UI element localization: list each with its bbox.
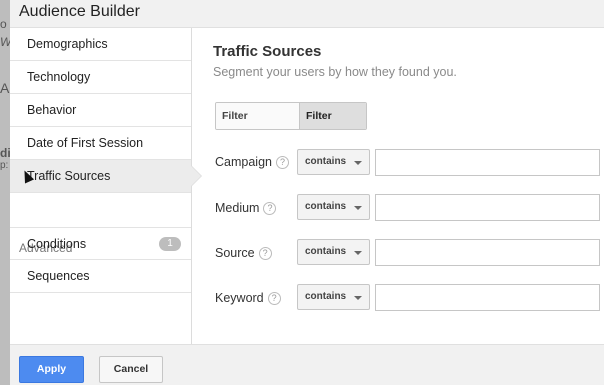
- sidebar-item-label: Conditions: [27, 237, 87, 251]
- background-text: dit: [0, 146, 10, 160]
- section-title: Traffic Sources: [213, 43, 322, 60]
- sidebar-item-traffic-sources[interactable]: Traffic Sources: [10, 160, 202, 193]
- chevron-down-icon: [354, 161, 362, 165]
- medium-label: Medium?: [215, 201, 277, 215]
- medium-input[interactable]: [375, 194, 600, 221]
- help-icon[interactable]: ?: [267, 292, 281, 305]
- traffic-sources-panel: Traffic Sources Segment your users by ho…: [193, 28, 604, 344]
- medium-operator-select[interactable]: contains: [297, 194, 370, 220]
- audience-builder-dialog: Audience Builder Demographics Technology…: [10, 0, 604, 385]
- campaign-label: Campaign?: [215, 155, 289, 169]
- sidebar-item-date-of-first-session[interactable]: Date of First Session: [10, 127, 191, 160]
- campaign-input[interactable]: [375, 149, 600, 176]
- filter-sessions-button[interactable]: Filter Sessions: [216, 103, 300, 129]
- filter-label: Campaign: [215, 155, 272, 169]
- sidebar-item-conditions[interactable]: Conditions 1: [10, 227, 191, 260]
- filter-label: Source: [215, 246, 255, 260]
- dialog-footer: Apply Cancel: [10, 344, 604, 385]
- chevron-down-icon: [354, 206, 362, 210]
- sidebar-item-sequences[interactable]: Sequences: [10, 260, 191, 293]
- background-text: W: [0, 35, 10, 49]
- sidebar-item-behavior[interactable]: Behavior: [10, 94, 191, 127]
- background-text: p: c: [0, 160, 10, 171]
- chevron-down-icon: [354, 251, 362, 255]
- sidebar-item-label: Traffic Sources: [27, 169, 111, 183]
- category-sidebar: Demographics Technology Behavior Date of…: [10, 28, 202, 344]
- section-subtitle: Segment your users by how they found you…: [213, 65, 457, 79]
- keyword-label: Keyword?: [215, 291, 281, 305]
- filter-users-button[interactable]: Filter Users: [300, 103, 366, 129]
- filter-label: Medium: [215, 201, 260, 215]
- help-icon[interactable]: ?: [275, 156, 289, 169]
- background-text: A: [0, 80, 10, 96]
- sidebar-item-label: Behavior: [27, 103, 77, 117]
- filter-scope-toggle: Filter Sessions Filter Users: [215, 102, 367, 130]
- sidebar-item-technology[interactable]: Technology: [10, 61, 191, 94]
- keyword-input[interactable]: [375, 284, 600, 311]
- sidebar-item-label: Sequences: [27, 269, 90, 283]
- operator-value: contains: [305, 291, 347, 302]
- chevron-down-icon: [354, 296, 362, 300]
- operator-value: contains: [305, 156, 347, 167]
- operator-value: contains: [305, 201, 347, 212]
- filter-label: Keyword: [215, 291, 264, 305]
- sidebar-item-label: Date of First Session: [27, 136, 144, 150]
- operator-value: contains: [305, 246, 347, 257]
- cancel-button[interactable]: Cancel: [99, 356, 163, 383]
- count-badge: 1: [159, 237, 181, 251]
- sidebar-item-label: Demographics: [27, 37, 108, 51]
- background-page: o W A dit p: c: [0, 0, 10, 385]
- source-operator-select[interactable]: contains: [297, 239, 370, 265]
- sidebar-item-label: Technology: [27, 70, 91, 84]
- keyword-operator-select[interactable]: contains: [297, 284, 370, 310]
- source-label: Source?: [215, 246, 272, 260]
- source-input[interactable]: [375, 239, 600, 266]
- help-icon[interactable]: ?: [263, 202, 277, 215]
- dialog-title: Audience Builder: [19, 3, 140, 20]
- apply-button[interactable]: Apply: [19, 356, 84, 383]
- sidebar-item-demographics[interactable]: Demographics: [10, 28, 191, 61]
- campaign-operator-select[interactable]: contains: [297, 149, 370, 175]
- help-icon[interactable]: ?: [258, 247, 272, 260]
- dialog-header: Audience Builder: [10, 0, 604, 28]
- background-text: o: [0, 17, 7, 31]
